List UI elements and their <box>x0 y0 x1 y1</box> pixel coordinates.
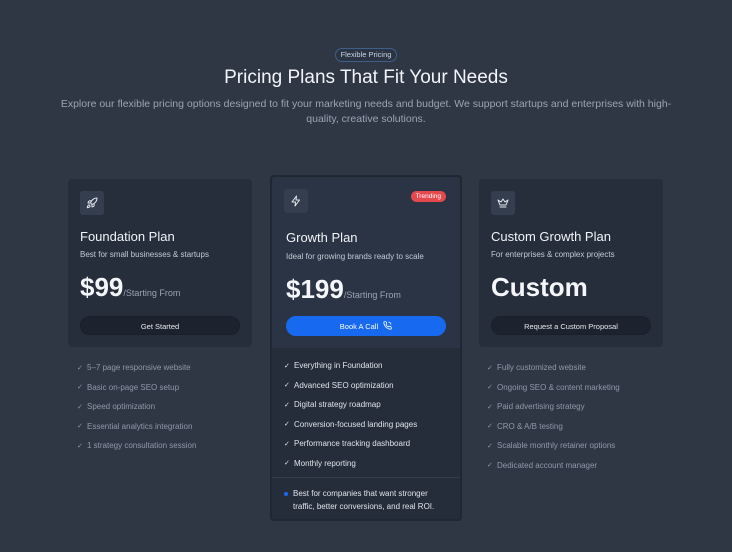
plan-name: Custom Growth Plan <box>491 229 611 244</box>
check-icon: ✓ <box>487 384 493 392</box>
feature-list-growth: ✓ Everything in Foundation ✓ Advanced SEO … <box>284 356 417 473</box>
page-title: Pricing Plans That Fit Your Needs <box>224 67 508 88</box>
check-icon: ✓ <box>284 401 290 409</box>
list-item: ✓ Conversion-focused landing pages <box>284 419 418 429</box>
check-icon: ✓ <box>487 442 493 450</box>
check-icon: ✓ <box>284 460 290 468</box>
check-icon: ✓ <box>77 384 83 392</box>
price-value: $199 <box>286 274 344 304</box>
get-started-button[interactable]: Get Started <box>80 316 240 335</box>
list-item: ✓ Ongoing SEO & content marketing <box>487 382 620 392</box>
list-item: ✓ Advanced SEO optimization <box>284 380 394 390</box>
list-item: ✓ Speed optimization <box>77 402 156 412</box>
plan-name: Foundation Plan <box>80 229 175 244</box>
page-subtitle: Explore our flexible pricing options des… <box>60 98 672 125</box>
list-item: ✓ Performance tracking dashboard <box>284 439 411 449</box>
request-proposal-button[interactable]: Request a Custom Proposal <box>491 316 651 335</box>
lightning-icon <box>284 189 308 213</box>
section-badge: Flexible Pricing <box>335 48 397 62</box>
list-item: ✓ Digital strategy roadmap <box>284 400 381 410</box>
list-item: ✓ Fully customized website <box>487 363 586 373</box>
bullet-dot-icon <box>284 492 288 496</box>
check-icon: ✓ <box>284 421 290 429</box>
plan-price: $199/Starting From <box>286 274 401 305</box>
list-item: ✓ Essential analytics integration <box>77 421 193 431</box>
list-item: ✓ CRO & A/B testing <box>487 421 563 431</box>
list-item: ✓ Scalable monthly retainer options <box>487 441 616 451</box>
check-icon: ✓ <box>77 364 83 372</box>
list-item: ✓ 5–7 page responsive website <box>77 363 191 373</box>
plan-card-foundation: Foundation Plan Best for small businesse… <box>68 179 252 347</box>
list-item: ✓ Paid advertising strategy <box>487 402 585 412</box>
price-value: Custom <box>491 272 588 302</box>
check-icon: ✓ <box>487 364 493 372</box>
check-icon: ✓ <box>77 423 83 431</box>
plan-card-custom: Custom Growth Plan For enterprises & com… <box>479 179 663 347</box>
list-item: ✓ Basic on-page SEO setup <box>77 382 180 392</box>
plan-price: Custom <box>491 272 588 303</box>
price-value: $99 <box>80 272 124 302</box>
rocket-icon <box>80 191 104 215</box>
check-icon: ✓ <box>284 382 290 390</box>
plan-description: Best for small businesses & startups <box>80 250 209 259</box>
list-item: ✓ Dedicated account manager <box>487 460 598 470</box>
plan-description: Ideal for growing brands ready to scale <box>286 252 424 261</box>
trending-badge: Trending <box>410 191 446 202</box>
check-icon: ✓ <box>487 403 493 411</box>
plan-description: For enterprises & complex projects <box>491 250 615 259</box>
list-item: ✓ Everything in Foundation <box>284 361 383 371</box>
book-a-call-button[interactable]: Book A Call <box>286 316 446 336</box>
check-icon: ✓ <box>487 423 493 431</box>
list-item: ✓ Monthly reporting <box>284 458 356 468</box>
crown-icon <box>491 191 515 215</box>
price-suffix: /Starting From <box>343 290 401 300</box>
plan-name: Growth Plan <box>286 230 358 245</box>
check-icon: ✓ <box>77 403 83 411</box>
feature-list-foundation: ✓ 5–7 page responsive website ✓ Basic on-p… <box>77 358 196 456</box>
check-icon: ✓ <box>284 362 290 370</box>
button-label: Book A Call <box>339 322 379 331</box>
check-icon: ✓ <box>284 440 290 448</box>
plan-note: Best for companies that want stronger tr… <box>284 488 450 513</box>
phone-icon <box>383 321 392 330</box>
divider <box>272 477 460 478</box>
list-item: ✓ 1 strategy consultation session <box>77 441 197 451</box>
feature-list-custom: ✓ Fully customized website ✓ Ongoing SEO &… <box>487 358 620 475</box>
check-icon: ✓ <box>487 462 493 470</box>
plan-note-text: Best for companies that want stronger tr… <box>293 489 435 511</box>
check-icon: ✓ <box>77 442 83 450</box>
plan-price: $99/Starting From <box>80 272 180 303</box>
price-suffix: /Starting From <box>123 288 181 298</box>
plan-card-growth: Trending Growth Plan Ideal for growing b… <box>270 175 462 521</box>
